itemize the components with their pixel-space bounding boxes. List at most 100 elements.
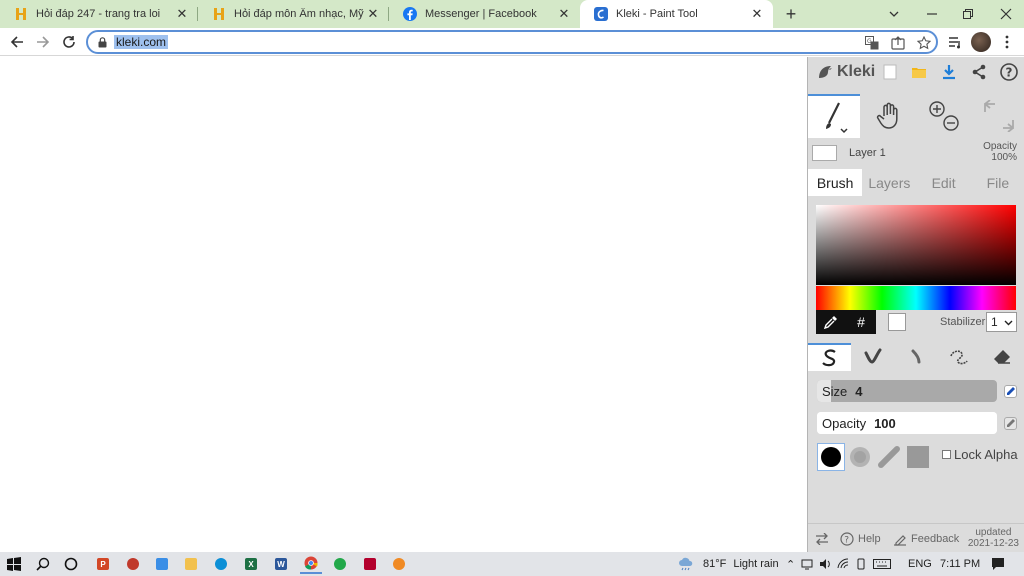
restore-button[interactable] <box>950 0 986 28</box>
blend-brush-button[interactable] <box>851 343 894 371</box>
secondary-color-swatch[interactable] <box>888 313 906 331</box>
pixel-brush-icon <box>949 350 968 365</box>
hue-slider[interactable] <box>816 286 1016 310</box>
size-slider[interactable]: Size 4 <box>817 380 997 402</box>
chevron-down-icon <box>889 11 899 17</box>
circle-soft-icon <box>850 447 870 467</box>
download-icon[interactable] <box>939 62 959 82</box>
share-icon[interactable] <box>969 62 989 82</box>
taskbar-app-media[interactable] <box>359 554 381 574</box>
word-icon: W <box>275 558 287 570</box>
stabilizer-select[interactable]: 1 <box>986 312 1017 332</box>
media-icon <box>364 558 376 570</box>
taskbar-word[interactable]: W <box>270 554 292 574</box>
chisel-shape-button[interactable] <box>875 443 903 471</box>
layer-preview-row[interactable]: Layer 1 Opacity 100% <box>808 141 1024 167</box>
new-tab-button[interactable]: + <box>781 4 801 24</box>
feedback-label: Feedback <box>911 532 960 545</box>
language-indicator[interactable]: ENG <box>908 552 932 576</box>
hand-tool-button[interactable] <box>863 94 915 138</box>
translate-icon[interactable]: G <box>864 35 880 51</box>
swap-arrows-icon <box>816 532 828 545</box>
sketchy-brush-button[interactable] <box>894 343 937 371</box>
address-bar[interactable]: kleki.com G <box>86 30 938 54</box>
taskbar-excel[interactable]: X <box>240 554 262 574</box>
start-button[interactable] <box>3 554 25 574</box>
taskbar-edge[interactable] <box>210 554 232 574</box>
undo-redo-buttons[interactable] <box>973 94 1024 138</box>
square-shape-button[interactable] <box>904 443 932 471</box>
paint-icon <box>393 558 405 570</box>
tab-hoidap-247[interactable]: Hỏi đáp 247 - trang tra loi ✕ <box>0 0 198 28</box>
layer-opacity-readout: Opacity 100% <box>983 141 1017 163</box>
taskbar-this-pc[interactable] <box>151 554 173 574</box>
taskbar-powerpoint[interactable]: P <box>92 554 114 574</box>
forward-button[interactable] <box>33 32 53 52</box>
brush-tool-button[interactable] <box>808 94 860 138</box>
tab-hoidap-am-nhac[interactable]: Hỏi đáp môn Âm nhạc, Mỹ thuật ✕ <box>198 0 389 28</box>
tab-messenger[interactable]: Messenger | Facebook ✕ <box>389 0 580 28</box>
star-icon[interactable] <box>916 35 932 51</box>
hex-input-button[interactable]: # <box>846 310 876 334</box>
media-queue-icon[interactable] <box>945 32 965 52</box>
pixel-brush-button[interactable] <box>937 343 980 371</box>
tab-kleki[interactable]: Kleki - Paint Tool ✕ <box>580 0 773 28</box>
color-saturation-value-picker[interactable] <box>816 205 1016 285</box>
windows-logo-icon <box>7 557 21 571</box>
close-tab-icon[interactable]: ✕ <box>749 6 765 22</box>
round-soft-shape-button[interactable] <box>846 443 874 471</box>
close-tab-icon[interactable]: ✕ <box>174 6 190 22</box>
close-tab-icon[interactable]: ✕ <box>556 6 572 22</box>
tab-layers[interactable]: Layers <box>862 169 916 196</box>
url-text[interactable]: kleki.com <box>114 35 169 49</box>
cortana-button[interactable] <box>60 554 82 574</box>
taskbar-app-green[interactable] <box>329 554 351 574</box>
eyedropper-button[interactable] <box>816 310 846 334</box>
help-button[interactable]: ? Help <box>840 524 881 553</box>
opacity-edit-button[interactable] <box>1004 417 1017 430</box>
chrome-icon <box>304 556 318 570</box>
tab-edit[interactable]: Edit <box>917 169 971 196</box>
feedback-button[interactable]: Feedback <box>893 524 959 553</box>
system-tray-icons[interactable]: ⌃ <box>786 552 892 576</box>
reload-button[interactable] <box>59 32 79 52</box>
taskbar-file-explorer[interactable] <box>180 554 202 574</box>
weather-widget[interactable]: 81°F Light rain <box>678 552 779 576</box>
close-tab-icon[interactable]: ✕ <box>365 6 381 22</box>
tab-file[interactable]: File <box>971 169 1024 196</box>
pen-brush-button[interactable] <box>808 343 851 371</box>
checkbox-box[interactable] <box>942 450 951 459</box>
opacity-label: Opacity <box>822 415 867 431</box>
chevron-down-icon <box>1004 320 1013 326</box>
taskbar-app-paint[interactable] <box>388 554 410 574</box>
new-image-icon[interactable] <box>880 62 900 82</box>
help-icon[interactable]: ? <box>999 62 1019 82</box>
volume-icon <box>820 559 831 569</box>
eraser-button[interactable] <box>980 343 1023 371</box>
open-folder-icon[interactable] <box>909 62 929 82</box>
chisel-icon <box>878 446 900 468</box>
drawing-canvas[interactable] <box>0 57 807 552</box>
chevron-up-icon[interactable]: ⌃ <box>786 558 795 571</box>
notifications-button[interactable] <box>991 552 1005 576</box>
menu-kebab-icon[interactable] <box>997 32 1017 52</box>
taskbar-chrome[interactable] <box>300 554 322 574</box>
opacity-slider[interactable]: Opacity 100 <box>817 412 997 434</box>
lock-icon <box>98 37 107 48</box>
swap-side-button[interactable] <box>815 524 829 553</box>
share-icon[interactable] <box>890 35 906 51</box>
network-icon <box>801 559 813 570</box>
taskbar-app-red[interactable] <box>122 554 144 574</box>
close-window-button[interactable] <box>988 0 1024 28</box>
profile-avatar[interactable] <box>971 32 991 52</box>
back-button[interactable] <box>7 32 27 52</box>
tab-search-button[interactable] <box>876 0 912 28</box>
tab-brush[interactable]: Brush <box>808 169 863 196</box>
search-button[interactable] <box>32 554 54 574</box>
zoom-buttons[interactable] <box>918 94 970 138</box>
lock-alpha-checkbox[interactable]: Lock Alpha <box>942 447 1018 462</box>
clock[interactable]: 7:11 PM <box>940 552 980 576</box>
size-edit-button[interactable] <box>1004 385 1017 398</box>
minimize-button[interactable] <box>914 0 950 28</box>
round-hard-shape-button[interactable] <box>817 443 845 471</box>
